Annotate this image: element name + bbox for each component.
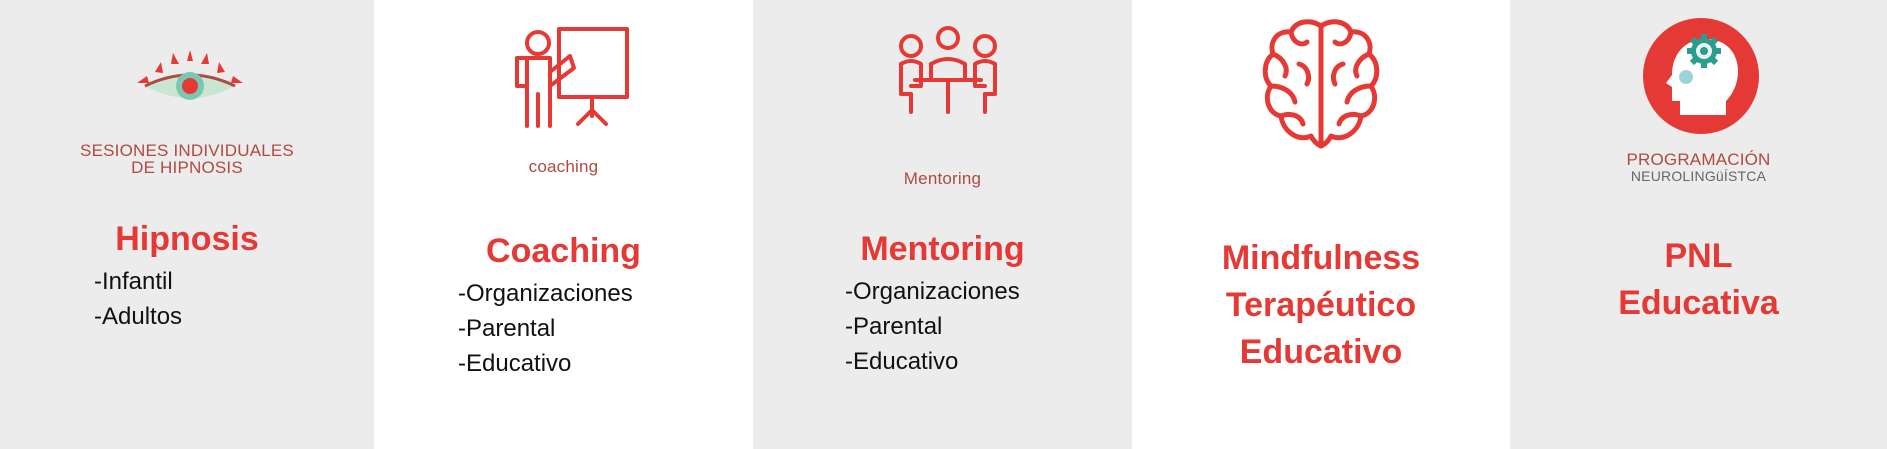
caption-mentoring: Mentoring [753, 170, 1132, 187]
list-item: -Adultos [94, 303, 183, 330]
list-item: -Organizaciones [458, 280, 633, 307]
service-column-coaching: coaching Coaching -Organizaciones -Paren… [374, 0, 753, 449]
list-item: -Parental [458, 315, 556, 342]
title-line: Mindfulness [1221, 239, 1421, 277]
caption-pnl: PROGRAMACIÓN NEUROLINGüÍSTCA [1510, 151, 1887, 185]
list-item: -Educativo [458, 350, 572, 377]
service-column-mentoring: Mentoring Mentoring -Organizaciones -Par… [753, 0, 1132, 449]
caption-line: coaching [528, 157, 599, 176]
list-item: -Educativo [845, 348, 959, 375]
caption-line: SESIONES INDIVIDUALES [80, 141, 294, 160]
brain-icon [1262, 19, 1380, 149]
caption-hipnosis: SESIONES INDIVIDUALES DE HIPNOSIS [0, 142, 374, 176]
title-line: Mentoring [860, 230, 1025, 268]
caption-line: PROGRAMACIÓN [1626, 150, 1771, 169]
presenter-board-icon [515, 27, 629, 128]
caption-coaching: coaching [374, 158, 753, 175]
list-item: -Infantil [94, 268, 173, 295]
service-column-mindfulness: Mindfulness Terapéutico Educativo [1132, 0, 1510, 449]
title-line: Coaching [486, 232, 641, 270]
title-pnl: PNL Educativa [1510, 233, 1887, 327]
caption-line: Mentoring [903, 169, 982, 188]
list-item: -Organizaciones [845, 278, 1020, 305]
list-item: -Parental [845, 313, 943, 340]
list-mentoring: -Organizaciones -Parental -Educativo [845, 274, 1020, 379]
service-column-hipnosis: SESIONES INDIVIDUALES DE HIPNOSIS Hipnos… [0, 0, 374, 449]
caption-line: NEUROLINGüÍSTCA [1630, 168, 1767, 184]
title-line: Educativa [1618, 284, 1779, 322]
title-line: Educativo [1239, 333, 1403, 371]
list-hipnosis: -Infantil -Adultos [94, 264, 182, 334]
caption-line: DE HIPNOSIS [131, 158, 243, 177]
meeting-table-icon [899, 26, 997, 114]
title-hipnosis: Hipnosis [0, 216, 374, 263]
list-coaching: -Organizaciones -Parental -Educativo [458, 276, 633, 381]
title-line: PNL [1664, 237, 1733, 275]
head-gear-icon [1643, 18, 1759, 134]
title-mindfulness: Mindfulness Terapéutico Educativo [1132, 235, 1510, 376]
title-line: Terapéutico [1225, 286, 1417, 324]
title-line: Hipnosis [115, 220, 259, 258]
services-row: SESIONES INDIVIDUALES DE HIPNOSIS Hipnos… [0, 0, 1887, 449]
eye-icon [137, 50, 243, 100]
title-coaching: Coaching [374, 228, 753, 275]
service-column-pnl: PROGRAMACIÓN NEUROLINGüÍSTCA PNL Educati… [1510, 0, 1887, 449]
title-mentoring: Mentoring [753, 226, 1132, 273]
